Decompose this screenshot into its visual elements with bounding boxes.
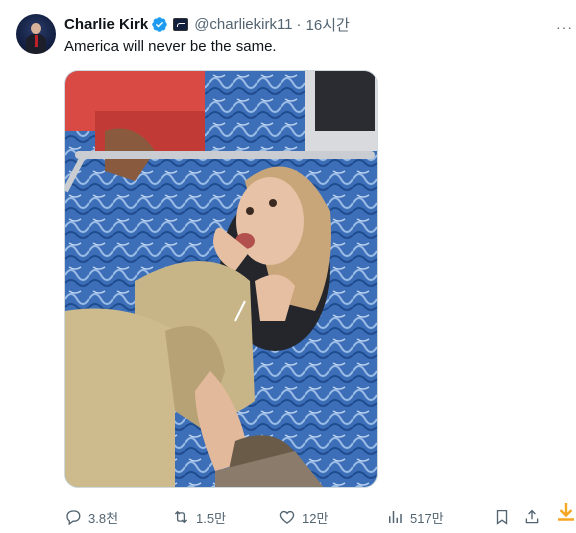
views-count: 517만 — [410, 510, 444, 526]
share-button[interactable] — [523, 508, 541, 531]
reply-count: 3.8천 — [88, 510, 119, 526]
avatar-tie — [35, 35, 38, 47]
reply-icon — [66, 510, 81, 526]
tweet-header: Charlie Kirk @charliekirk11 · 16시간 — [64, 14, 350, 34]
download-icon — [558, 503, 574, 521]
like-icon — [279, 510, 295, 524]
retweet-count: 1.5만 — [196, 510, 227, 526]
more-options-icon[interactable]: ··· — [556, 19, 573, 35]
like-count: 12만 — [302, 510, 329, 526]
tweet-photo[interactable] — [64, 70, 378, 488]
action-bar: 3.8천 1.5만 12만 517만 — [64, 503, 576, 531]
reply-button[interactable]: 3.8천 — [64, 506, 118, 528]
retweet-button[interactable]: 1.5만 — [172, 506, 226, 528]
bookmark-button[interactable] — [493, 508, 511, 531]
verified-badge-icon[interactable] — [151, 16, 168, 33]
download-button[interactable] — [554, 500, 576, 529]
views-button[interactable]: 517만 — [386, 506, 444, 528]
separator-dot: · — [296, 15, 302, 33]
avatar[interactable] — [16, 14, 56, 54]
views-icon — [389, 511, 402, 523]
retweet-icon — [174, 510, 188, 524]
like-button[interactable]: 12만 — [278, 506, 328, 528]
affiliation-badge-icon[interactable] — [173, 17, 189, 31]
tweet-timestamp[interactable]: 16시간 — [306, 14, 350, 35]
tweet[interactable]: Charlie Kirk @charliekirk11 · 16시간 ··· A… — [0, 0, 576, 533]
avatar-face — [31, 23, 41, 34]
author-name[interactable]: Charlie Kirk — [64, 16, 148, 33]
tweet-text: America will never be the same. — [64, 38, 277, 55]
photo-illustration — [65, 71, 377, 487]
share-icon — [525, 509, 539, 524]
author-handle[interactable]: @charliekirk11 — [194, 16, 292, 33]
bookmark-icon — [496, 509, 508, 525]
